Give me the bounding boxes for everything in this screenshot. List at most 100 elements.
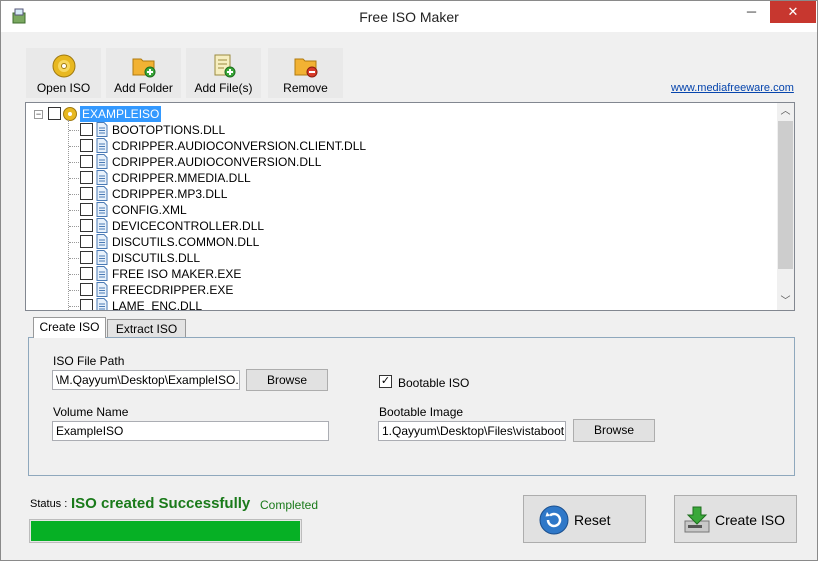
tree-branch-line xyxy=(69,178,79,179)
bootable-iso-label: Bootable ISO xyxy=(398,376,470,390)
progress-bar xyxy=(29,519,302,543)
volume-name-label: Volume Name xyxy=(53,405,129,419)
tree-item-checkbox[interactable] xyxy=(80,139,93,152)
scroll-up-icon[interactable]: ︿ xyxy=(777,103,794,120)
refresh-icon xyxy=(539,505,569,535)
remove-button[interactable]: Remove xyxy=(268,48,343,98)
tree-item-label: CONFIG.XML xyxy=(112,203,187,217)
title-bar: Free ISO Maker ─ ☐ ✕ xyxy=(1,1,817,32)
disc-icon xyxy=(63,107,77,121)
reset-label: Reset xyxy=(574,512,611,528)
close-button[interactable]: ✕ xyxy=(770,1,816,23)
tree-branch-line xyxy=(69,210,79,211)
tree-branch-line xyxy=(69,258,79,259)
bootable-image-input[interactable]: 1.Qayyum\Desktop\Files\vistaboot.img xyxy=(378,421,566,441)
file-icon xyxy=(96,170,108,185)
tree-item-checkbox[interactable] xyxy=(80,283,93,296)
create-iso-label: Create ISO xyxy=(715,512,786,528)
tree-branch-line xyxy=(69,290,79,291)
tree-item[interactable]: LAME_ENC.DLL xyxy=(26,298,426,310)
tree-item-label: DISCUTILS.COMMON.DLL xyxy=(112,235,260,249)
tree-branch-line xyxy=(69,226,79,227)
scroll-thumb[interactable] xyxy=(778,121,793,269)
folder-add-icon xyxy=(132,58,156,78)
minimize-button[interactable]: ─ xyxy=(737,1,766,23)
tree-root-label: EXAMPLEISO xyxy=(80,106,162,122)
reset-button[interactable]: Reset xyxy=(523,495,646,543)
add-folder-button[interactable]: Add Folder xyxy=(106,48,181,98)
main-window: Free ISO Maker ─ ☐ ✕ Open ISO Add Folder xyxy=(0,0,818,561)
tree-item-label: CDRIPPER.MMEDIA.DLL xyxy=(112,171,251,185)
status-sub: Completed xyxy=(260,498,319,512)
tree-item-checkbox[interactable] xyxy=(80,235,93,248)
file-icon xyxy=(96,154,108,169)
browse-iso-path-button[interactable]: Browse xyxy=(246,369,328,391)
file-icon xyxy=(96,282,108,297)
file-add-icon xyxy=(214,54,236,78)
tree-item[interactable]: CONFIG.XML xyxy=(26,202,426,218)
open-iso-button[interactable]: Open ISO xyxy=(26,48,101,98)
tree-item[interactable]: CDRIPPER.MMEDIA.DLL xyxy=(26,170,426,186)
checkmark-icon: ✓ xyxy=(380,375,391,387)
browse-bootable-image-button[interactable]: Browse xyxy=(573,419,655,442)
tab-create-iso[interactable]: Create ISO xyxy=(33,317,106,338)
website-link[interactable]: www.mediafreeware.com xyxy=(671,82,794,94)
progress-fill xyxy=(31,521,300,541)
tree-branch-line xyxy=(69,130,79,131)
tree-item-label: FREE ISO MAKER.EXE xyxy=(112,267,242,281)
file-icon xyxy=(96,186,108,201)
scroll-down-icon[interactable]: ﹀ xyxy=(777,293,794,310)
tree-item-checkbox[interactable] xyxy=(80,171,93,184)
bootable-iso-checkbox[interactable]: ✓ xyxy=(379,375,392,388)
tree-content: − EXAMPLEISO BOOTOPTIONS.DLL CDRIPPER.AUD… xyxy=(26,103,778,310)
tree-item[interactable]: DISCUTILS.COMMON.DLL xyxy=(26,234,426,250)
tree-branch-line xyxy=(69,146,79,147)
file-tree[interactable]: − EXAMPLEISO BOOTOPTIONS.DLL CDRIPPER.AUD… xyxy=(25,102,795,311)
tree-item[interactable]: BOOTOPTIONS.DLL xyxy=(26,122,426,138)
create-iso-button[interactable]: Create ISO xyxy=(674,495,797,543)
tree-item-checkbox[interactable] xyxy=(80,219,93,232)
file-icon xyxy=(96,234,108,249)
iso-path-input[interactable]: \M.Qayyum\Desktop\ExampleISO.iso xyxy=(52,370,240,390)
collapse-icon[interactable]: − xyxy=(34,110,43,119)
disk-download-icon xyxy=(684,506,710,533)
tree-branch-line xyxy=(69,274,79,275)
tree-scrollbar[interactable]: ︿ ﹀ xyxy=(777,103,794,310)
tree-item-checkbox[interactable] xyxy=(80,187,93,200)
tree-item[interactable]: CDRIPPER.AUDIOCONVERSION.DLL xyxy=(26,154,426,170)
tree-item[interactable]: DEVICECONTROLLER.DLL xyxy=(26,218,426,234)
add-folder-label: Add Folder xyxy=(114,81,173,95)
tree-branch-line xyxy=(69,194,79,195)
bootable-image-label: Bootable Image xyxy=(379,405,464,419)
tree-item-label: CDRIPPER.AUDIOCONVERSION.DLL xyxy=(112,155,322,169)
tree-item[interactable]: CDRIPPER.MP3.DLL xyxy=(26,186,426,202)
tree-item[interactable]: FREECDRIPPER.EXE xyxy=(26,282,426,298)
volume-name-input[interactable]: ExampleISO xyxy=(52,421,329,441)
tree-item[interactable]: CDRIPPER.AUDIOCONVERSION.CLIENT.DLL xyxy=(26,138,426,154)
tree-item-checkbox[interactable] xyxy=(80,251,93,264)
root-checkbox[interactable] xyxy=(48,107,61,120)
file-icon xyxy=(96,250,108,265)
tree-item-checkbox[interactable] xyxy=(80,267,93,280)
open-iso-label: Open ISO xyxy=(36,81,91,95)
tree-item[interactable]: DISCUTILS.DLL xyxy=(26,250,426,266)
tree-item-label: LAME_ENC.DLL xyxy=(112,299,203,310)
file-icon xyxy=(96,266,108,281)
tree-item-checkbox[interactable] xyxy=(80,123,93,136)
file-icon xyxy=(96,122,108,137)
tree-item-checkbox[interactable] xyxy=(80,299,93,310)
tree-branch-line xyxy=(69,306,79,307)
tab-extract-iso[interactable]: Extract ISO xyxy=(107,319,186,338)
window-title: Free ISO Maker xyxy=(359,9,459,25)
tree-branch-line xyxy=(69,242,79,243)
tree-item-label: CDRIPPER.MP3.DLL xyxy=(112,187,228,201)
tree-item-label: DEVICECONTROLLER.DLL xyxy=(112,219,265,233)
status-message: ISO created Successfully xyxy=(71,495,251,512)
tree-root[interactable]: − EXAMPLEISO xyxy=(26,106,226,122)
tree-item-checkbox[interactable] xyxy=(80,155,93,168)
add-files-label: Add File(s) xyxy=(194,81,253,95)
tree-item-checkbox[interactable] xyxy=(80,203,93,216)
file-icon xyxy=(96,202,108,217)
tree-item[interactable]: FREE ISO MAKER.EXE xyxy=(26,266,426,282)
add-files-button[interactable]: Add File(s) xyxy=(186,48,261,98)
